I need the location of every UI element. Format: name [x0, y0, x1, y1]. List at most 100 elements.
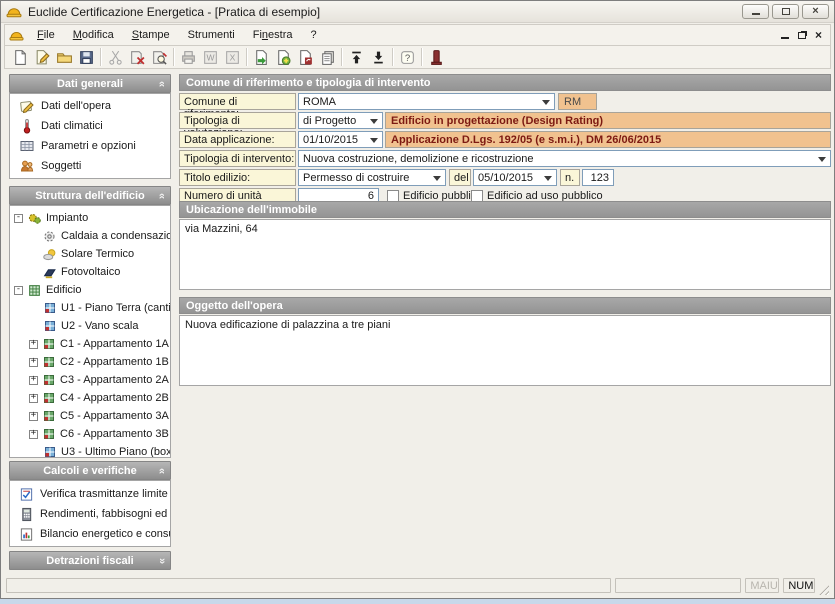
menu-modifica[interactable]: Modifica — [64, 27, 123, 43]
print-button[interactable] — [177, 47, 199, 68]
minimize-icon — [752, 13, 760, 15]
toolbar-separator — [421, 48, 422, 66]
section-header-calcoli[interactable]: Calcoli e verifiche » — [9, 461, 171, 480]
resize-grip[interactable] — [817, 583, 829, 595]
tree-item-u1[interactable]: U1 - Piano Terra (cantine e — [10, 299, 170, 317]
section-header-detrazioni[interactable]: Detrazioni fiscali » — [9, 551, 171, 570]
scroll-bottom-button[interactable] — [367, 47, 389, 68]
tree-collapse-icon[interactable] — [14, 286, 23, 295]
search-document-icon — [151, 49, 168, 66]
tree-item-c1[interactable]: C1 - Appartamento 1A — [10, 335, 170, 353]
edit-document-button[interactable] — [31, 47, 53, 68]
sidebar-item-dati-climatici[interactable]: Dati climatici — [10, 116, 170, 136]
tree-expand-icon[interactable] — [29, 412, 38, 421]
menu-finestra[interactable]: Finestra — [244, 27, 302, 43]
tree-expand-icon[interactable] — [29, 358, 38, 367]
checkbox-icon[interactable] — [471, 190, 483, 202]
cut-button[interactable] — [104, 47, 126, 68]
section-header-struttura[interactable]: Struttura dell'edificio » — [9, 186, 171, 205]
collapse-icon[interactable]: » — [159, 78, 165, 90]
minimize-button[interactable] — [742, 4, 769, 19]
tree-expand-icon[interactable] — [29, 376, 38, 385]
mdi-minimize-icon[interactable] — [781, 37, 789, 39]
close-button[interactable]: × — [802, 4, 829, 19]
help-button[interactable]: ? — [396, 47, 418, 68]
new-document-button[interactable] — [9, 47, 31, 68]
tree-item-c2[interactable]: C2 - Appartamento 1B — [10, 353, 170, 371]
export-pdf-button[interactable] — [294, 47, 316, 68]
scroll-top-button[interactable] — [345, 47, 367, 68]
titolo-date-select[interactable]: 05/10/2015 — [473, 169, 557, 186]
add-document-button[interactable] — [272, 47, 294, 68]
collapse-icon[interactable]: » — [159, 190, 165, 202]
section-bar-comune: Comune di riferimento e tipologia di int… — [179, 74, 831, 91]
tree-item-c3[interactable]: C3 - Appartamento 2A — [10, 371, 170, 389]
tree-item-c5[interactable]: C5 - Appartamento 3A — [10, 407, 170, 425]
titolo-select[interactable]: Permesso di costruire — [298, 169, 446, 186]
sidebar-item-bilancio[interactable]: Bilancio energetico e consumi — [10, 524, 170, 544]
scroll-bottom-icon — [370, 49, 387, 66]
intervento-select[interactable]: Nuova costruzione, demolizione e ricostr… — [298, 150, 831, 167]
sidebar-item-verifica-trasmittanze[interactable]: Verifica trasmittanze limite — [10, 484, 170, 504]
restore-button[interactable] — [772, 4, 799, 19]
tree-item-caldaia[interactable]: Caldaia a condensazione — [10, 227, 170, 245]
titolo-number-input[interactable]: 123 — [582, 169, 614, 186]
toolbar: W X ? — [4, 45, 831, 69]
unit-icon — [42, 355, 56, 369]
search-document-button[interactable] — [148, 47, 170, 68]
delete-document-button[interactable] — [126, 47, 148, 68]
calculator-icon — [19, 507, 34, 522]
titolo-label: Titolo edilizio: — [179, 169, 296, 186]
mdi-restore-icon[interactable] — [798, 32, 806, 39]
sidebar-item-soggetti[interactable]: Soggetti — [10, 156, 170, 176]
menu-file[interactable]: File — [28, 27, 64, 43]
expand-icon[interactable]: » — [159, 555, 165, 567]
help-icon: ? — [399, 49, 416, 66]
menu-help[interactable]: ? — [301, 27, 325, 43]
work-data-icon — [19, 98, 35, 114]
data-applicazione-select[interactable]: 01/10/2015 — [298, 131, 383, 148]
building-icon — [27, 283, 42, 298]
unit-icon — [43, 319, 57, 333]
tree-expand-icon[interactable] — [29, 430, 38, 439]
form-row-valutazione: Tipologia di valutazione: di Progetto Ed… — [179, 112, 831, 129]
data-applicazione-info: Applicazione D.Lgs. 192/05 (e s.m.i.), D… — [385, 131, 831, 148]
toolbar-separator — [246, 48, 247, 66]
tree-item-u2[interactable]: U2 - Vano scala — [10, 317, 170, 335]
tree-item-fotovoltaico[interactable]: Fotovoltaico — [10, 263, 170, 281]
tree-item-u3[interactable]: U3 - Ultimo Piano (box e ripo — [10, 443, 170, 458]
mdi-close-icon[interactable]: × — [815, 29, 822, 41]
open-folder-button[interactable] — [53, 47, 75, 68]
menu-strumenti[interactable]: Strumenti — [179, 27, 244, 43]
tree-item-impianto[interactable]: Impianto — [10, 209, 170, 227]
tree-item-c6[interactable]: C6 - Appartamento 3B — [10, 425, 170, 443]
collapse-icon[interactable]: » — [159, 465, 165, 477]
app-window: Euclide Certificazione Energetica - [Pra… — [0, 0, 835, 599]
tree-item-edificio[interactable]: Edificio — [10, 281, 170, 299]
tree-expand-icon[interactable] — [29, 340, 38, 349]
valutazione-select[interactable]: di Progetto — [298, 112, 383, 129]
thermometer-icon — [19, 118, 35, 134]
export-word-button[interactable]: W — [199, 47, 221, 68]
import-document-button[interactable] — [250, 47, 272, 68]
exit-button[interactable] — [425, 47, 447, 68]
tree-expand-icon[interactable] — [29, 394, 38, 403]
sidebar-item-parametri[interactable]: Parametri e opzioni — [10, 136, 170, 156]
new-document-icon — [12, 49, 29, 66]
section-header-dati-generali[interactable]: Dati generali » — [9, 74, 171, 93]
export-excel-button[interactable]: X — [221, 47, 243, 68]
sidebar-item-rendimenti[interactable]: Rendimenti, fabbisogni ed EP — [10, 504, 170, 524]
tree-item-c4[interactable]: C4 - Appartamento 2B — [10, 389, 170, 407]
save-button[interactable] — [75, 47, 97, 68]
ubicazione-textarea[interactable]: via Mazzini, 64 — [179, 219, 831, 290]
copy-documents-button[interactable] — [316, 47, 338, 68]
sidebar-item-dati-opera[interactable]: Dati dell'opera — [10, 96, 170, 116]
comune-select[interactable]: ROMA — [298, 93, 555, 110]
checkbox-icon[interactable] — [387, 190, 399, 202]
tree-collapse-icon[interactable] — [14, 214, 23, 223]
exit-icon — [428, 49, 445, 66]
tree-item-solare-termico[interactable]: Solare Termico — [10, 245, 170, 263]
menu-stampe[interactable]: Stampe — [123, 27, 179, 43]
oggetto-textarea[interactable]: Nuova edificazione di palazzina a tre pi… — [179, 315, 831, 386]
delete-document-icon — [129, 49, 146, 66]
